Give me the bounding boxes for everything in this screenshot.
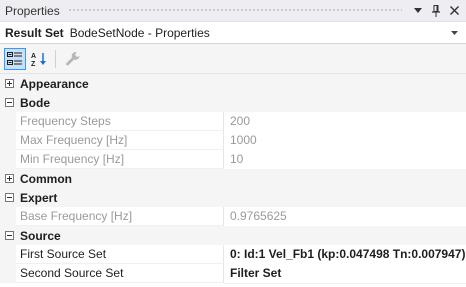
property-name: Base Frequency [Hz] <box>16 207 224 226</box>
collapse-minus-icon[interactable] <box>5 231 14 240</box>
category-source[interactable]: Source <box>0 226 466 245</box>
row-gutter <box>0 112 16 131</box>
property-row-frequency-steps[interactable]: Frequency Steps 200 <box>0 112 466 132</box>
property-row-base-frequency[interactable]: Base Frequency [Hz] 0.9765625 <box>0 207 466 227</box>
property-name: First Source Set <box>16 245 224 264</box>
property-value[interactable]: 1000 <box>224 131 466 151</box>
expand-plus-icon[interactable] <box>5 79 14 88</box>
properties-title-bar: Properties <box>0 0 466 22</box>
category-expert[interactable]: Expert <box>0 188 466 207</box>
categorized-button[interactable] <box>4 47 26 70</box>
category-label: Appearance <box>20 76 89 91</box>
chevron-down-icon[interactable] <box>451 28 458 38</box>
category-bode[interactable]: Bode <box>0 93 466 112</box>
wrench-icon <box>66 51 80 65</box>
property-value[interactable]: 10 <box>224 150 466 170</box>
object-name: BodeSetNode - Properties <box>69 25 210 40</box>
alphabetical-button[interactable]: A Z <box>29 48 51 70</box>
collapse-minus-icon[interactable] <box>5 193 14 202</box>
toolbar-separator <box>55 49 56 68</box>
category-label: Expert <box>20 190 58 205</box>
property-name: Frequency Steps <box>16 112 224 131</box>
property-value[interactable]: Filter Set <box>224 264 466 284</box>
close-icon[interactable] <box>446 3 462 19</box>
window-title: Properties <box>5 3 60 18</box>
row-gutter <box>0 150 16 169</box>
property-row-first-source-set[interactable]: First Source Set 0: Id:1 Vel_Fb1 (kp:0.0… <box>0 245 466 265</box>
svg-text:A: A <box>31 53 36 60</box>
row-gutter <box>0 264 16 283</box>
property-row-min-frequency[interactable]: Min Frequency [Hz] 10 <box>0 150 466 170</box>
window-position-dropdown-icon[interactable] <box>410 3 426 19</box>
title-grip <box>67 8 402 13</box>
collapse-minus-icon[interactable] <box>5 98 14 107</box>
category-common[interactable]: Common <box>0 169 466 188</box>
property-name: Min Frequency [Hz] <box>16 150 224 169</box>
properties-toolbar: A Z <box>0 44 466 74</box>
object-selector[interactable]: Result Set BodeSetNode - Properties <box>0 22 466 44</box>
property-value[interactable]: 0.9765625 <box>224 207 466 227</box>
property-grid: Appearance Bode Frequency Steps 200 Max … <box>0 74 466 287</box>
pin-icon[interactable] <box>428 3 444 19</box>
category-label: Bode <box>20 95 50 110</box>
category-label: Common <box>20 171 72 186</box>
categorized-icon <box>7 51 22 65</box>
expand-plus-icon[interactable] <box>5 174 14 183</box>
property-row-max-frequency[interactable]: Max Frequency [Hz] 1000 <box>0 131 466 151</box>
category-label: Source <box>20 228 61 243</box>
property-pages-button[interactable] <box>62 48 84 70</box>
property-name: Max Frequency [Hz] <box>16 131 224 150</box>
row-gutter <box>0 207 16 226</box>
svg-text:Z: Z <box>31 61 36 67</box>
property-value[interactable]: 0: Id:1 Vel_Fb1 (kp:0.047498 Tn:0.007947… <box>224 245 466 265</box>
row-gutter <box>0 245 16 264</box>
row-gutter <box>0 131 16 150</box>
category-appearance[interactable]: Appearance <box>0 74 466 93</box>
alphabetical-sort-icon: A Z <box>31 52 46 67</box>
property-value[interactable]: 200 <box>224 112 466 132</box>
property-name: Second Source Set <box>16 264 224 283</box>
object-kind: Result Set <box>5 25 64 40</box>
property-row-second-source-set[interactable]: Second Source Set Filter Set <box>0 264 466 284</box>
